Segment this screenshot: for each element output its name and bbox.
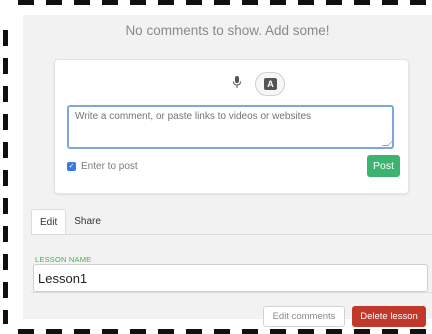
frame-dash	[74, 0, 90, 5]
enter-to-post-checkbox[interactable]: ✓	[67, 161, 76, 171]
frame-dash	[3, 310, 8, 324]
frame-dash	[382, 0, 398, 5]
frame-dash	[270, 329, 286, 334]
frame-dash	[3, 114, 8, 130]
footer-divider	[31, 292, 432, 293]
frame-dash	[3, 254, 8, 270]
keyboard-icon: A	[264, 78, 277, 90]
empty-comments-message: No comments to show. Add some!	[125, 23, 330, 38]
microphone-icon[interactable]	[231, 75, 243, 89]
lesson-name-input[interactable]	[33, 264, 428, 292]
frame-dash	[354, 329, 370, 334]
frame-dash	[3, 282, 8, 298]
frame-dash	[186, 329, 202, 334]
frame-dash	[3, 226, 8, 242]
tab-edit[interactable]: Edit	[31, 209, 67, 235]
post-button[interactable]: Post	[367, 155, 400, 177]
frame-dash	[102, 0, 118, 5]
frame-dash	[214, 0, 230, 5]
delete-lesson-button[interactable]: Delete lesson	[352, 306, 426, 327]
frame-dash	[3, 86, 8, 102]
enter-to-post-option[interactable]: ✓ Enter to post	[67, 159, 138, 173]
frame-dash	[3, 170, 8, 186]
tab-bar: Edit Share	[31, 209, 109, 235]
frame-dash	[298, 329, 314, 334]
frame-dash	[130, 0, 146, 5]
lesson-name-label: LESSON NAME	[35, 255, 92, 264]
frame-dash	[46, 0, 62, 5]
frame-dash	[214, 329, 230, 334]
frame-dash	[410, 329, 426, 334]
frame-dash	[298, 0, 314, 5]
keyboard-toggle-button[interactable]: A	[255, 72, 285, 96]
frame-dash	[410, 0, 426, 5]
frame-dash	[3, 198, 8, 214]
frame-dash	[3, 30, 8, 46]
edit-tab-content: LESSON NAME	[31, 235, 432, 292]
frame-dash	[326, 0, 342, 5]
frame-dash	[242, 329, 258, 334]
frame-dash	[382, 329, 398, 334]
frame-dash	[74, 329, 90, 334]
frame-dash	[354, 0, 370, 5]
enter-to-post-label: Enter to post	[81, 160, 138, 172]
frame-dash	[158, 329, 174, 334]
frame-dash	[158, 0, 174, 5]
frame-dash	[3, 142, 8, 158]
comment-input[interactable]	[67, 105, 394, 149]
frame-dash	[242, 0, 258, 5]
frame-dash	[186, 0, 202, 5]
frame-dash	[18, 329, 34, 334]
frame-dash	[102, 329, 118, 334]
frame-dash	[3, 58, 8, 74]
comment-composer: A ✓ Enter to post Post	[54, 59, 409, 194]
frame-dash	[18, 0, 34, 5]
lesson-panel: No comments to show. Add some! A ✓ Enter…	[23, 15, 432, 327]
edit-comments-button[interactable]: Edit comments	[263, 306, 345, 327]
frame-dash	[326, 329, 342, 334]
frame-dash	[130, 329, 146, 334]
frame-dash	[46, 329, 62, 334]
frame-dash	[270, 0, 286, 5]
tab-share[interactable]: Share	[66, 209, 109, 235]
